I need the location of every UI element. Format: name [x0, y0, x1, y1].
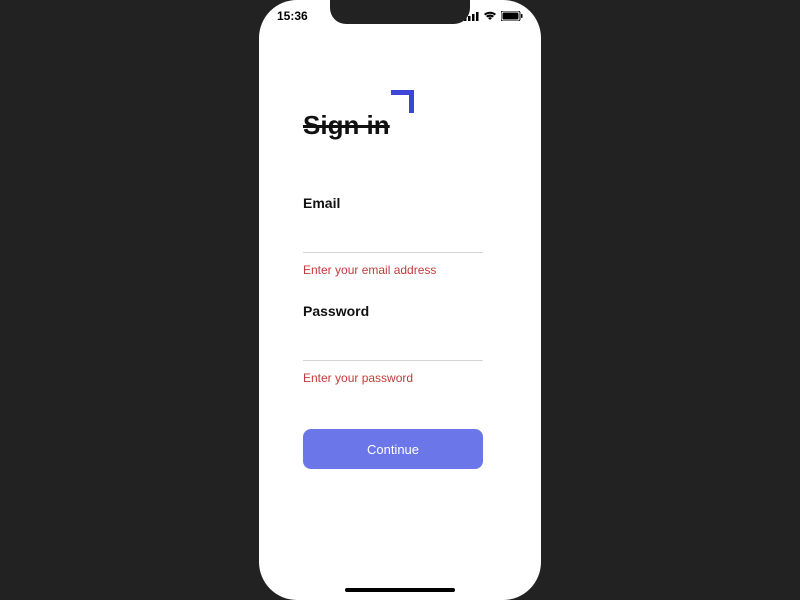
continue-button[interactable]: Continue — [303, 429, 483, 469]
battery-icon — [501, 11, 523, 21]
signin-form: Sign in Email Enter your email address P… — [259, 0, 541, 469]
password-label: Password — [303, 303, 497, 319]
home-indicator[interactable] — [345, 588, 455, 592]
wifi-icon — [483, 11, 497, 21]
status-right — [464, 11, 523, 21]
password-field[interactable] — [303, 337, 483, 361]
page-title: Sign in — [303, 110, 390, 141]
email-label: Email — [303, 195, 497, 211]
status-time: 15:36 — [277, 9, 308, 23]
email-field[interactable] — [303, 229, 483, 253]
device-notch — [330, 0, 470, 24]
email-error: Enter your email address — [303, 263, 497, 277]
title-decorator: Sign in — [303, 110, 390, 141]
password-error: Enter your password — [303, 371, 497, 385]
phone-frame: 15:36 — [259, 0, 541, 600]
